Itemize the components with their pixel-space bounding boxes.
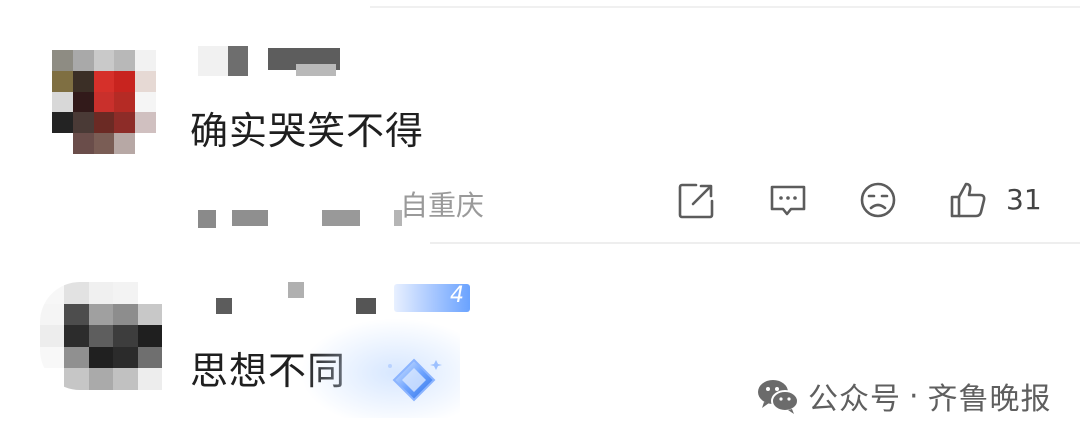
- top-divider: [370, 6, 1080, 8]
- watermark-separator: ·: [909, 378, 920, 414]
- avatar[interactable]: [40, 282, 162, 390]
- watermark-name: 齐鲁晚报: [927, 382, 1052, 417]
- dislike-face-icon[interactable]: [858, 180, 898, 220]
- watermark: 公众号 · 齐鲁晚报: [756, 372, 1052, 420]
- comment-text: 确实哭笑不得: [190, 109, 425, 153]
- watermark-prefix: 公众号: [808, 382, 901, 417]
- level-badge-text: 4: [450, 283, 464, 308]
- wechat-icon: [758, 380, 799, 414]
- comment-divider: [430, 242, 1080, 244]
- share-icon[interactable]: [676, 181, 716, 221]
- level-badge: 4: [394, 283, 470, 312]
- like-count: 31: [1006, 183, 1042, 216]
- thumbs-up-icon[interactable]: [948, 180, 988, 220]
- location-label: 自重庆: [400, 189, 485, 222]
- diamond-gem-icon: [388, 358, 442, 402]
- avatar[interactable]: [52, 50, 156, 154]
- comment-icon[interactable]: [768, 181, 808, 221]
